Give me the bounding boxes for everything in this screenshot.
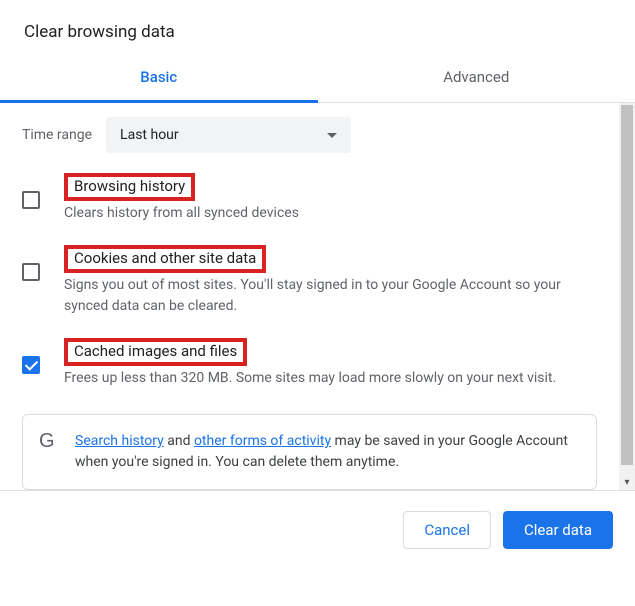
- item-cached: Cached images and files Frees up less th…: [22, 338, 597, 388]
- item-desc: Frees up less than 320 MB. Some sites ma…: [64, 368, 597, 388]
- dialog-title: Clear browsing data: [0, 0, 635, 54]
- scrollbar-thumb[interactable]: [621, 105, 633, 465]
- item-desc: Clears history from all synced devices: [64, 203, 597, 223]
- tabs: Basic Advanced: [0, 54, 635, 103]
- time-range-select[interactable]: Last hour: [106, 117, 351, 153]
- tab-basic[interactable]: Basic: [0, 54, 318, 103]
- item-desc: Signs you out of most sites. You'll stay…: [64, 275, 597, 316]
- time-range-row: Time range Last hour: [22, 117, 597, 153]
- item-title: Cookies and other site data: [64, 245, 266, 273]
- google-account-info: G Search history and other forms of acti…: [22, 414, 597, 490]
- item-title: Cached images and files: [64, 338, 247, 366]
- scrollbar-down-icon[interactable]: ▾: [619, 474, 635, 490]
- item-cookies: Cookies and other site data Signs you ou…: [22, 245, 597, 316]
- cancel-button[interactable]: Cancel: [403, 511, 491, 549]
- tab-advanced[interactable]: Advanced: [318, 54, 635, 102]
- checkbox-cached[interactable]: [22, 356, 40, 374]
- chevron-down-icon: [327, 133, 337, 138]
- google-g-icon: G: [39, 431, 61, 451]
- item-title: Browsing history: [64, 173, 195, 201]
- clear-browsing-data-dialog: Clear browsing data Basic Advanced Time …: [0, 0, 635, 569]
- scroll-area: Time range Last hour Browsing history Cl…: [0, 103, 635, 491]
- search-history-link[interactable]: Search history: [75, 433, 164, 449]
- dialog-footer: Cancel Clear data: [0, 491, 635, 569]
- checkbox-cookies[interactable]: [22, 263, 40, 281]
- time-range-value: Last hour: [120, 127, 179, 143]
- time-range-label: Time range: [22, 127, 92, 143]
- other-activity-link[interactable]: other forms of activity: [194, 433, 331, 449]
- info-text: Search history and other forms of activi…: [75, 431, 580, 473]
- clear-data-button[interactable]: Clear data: [503, 511, 613, 549]
- scrollbar[interactable]: ▾: [619, 103, 635, 490]
- item-browsing-history: Browsing history Clears history from all…: [22, 173, 597, 223]
- checkbox-browsing-history[interactable]: [22, 191, 40, 209]
